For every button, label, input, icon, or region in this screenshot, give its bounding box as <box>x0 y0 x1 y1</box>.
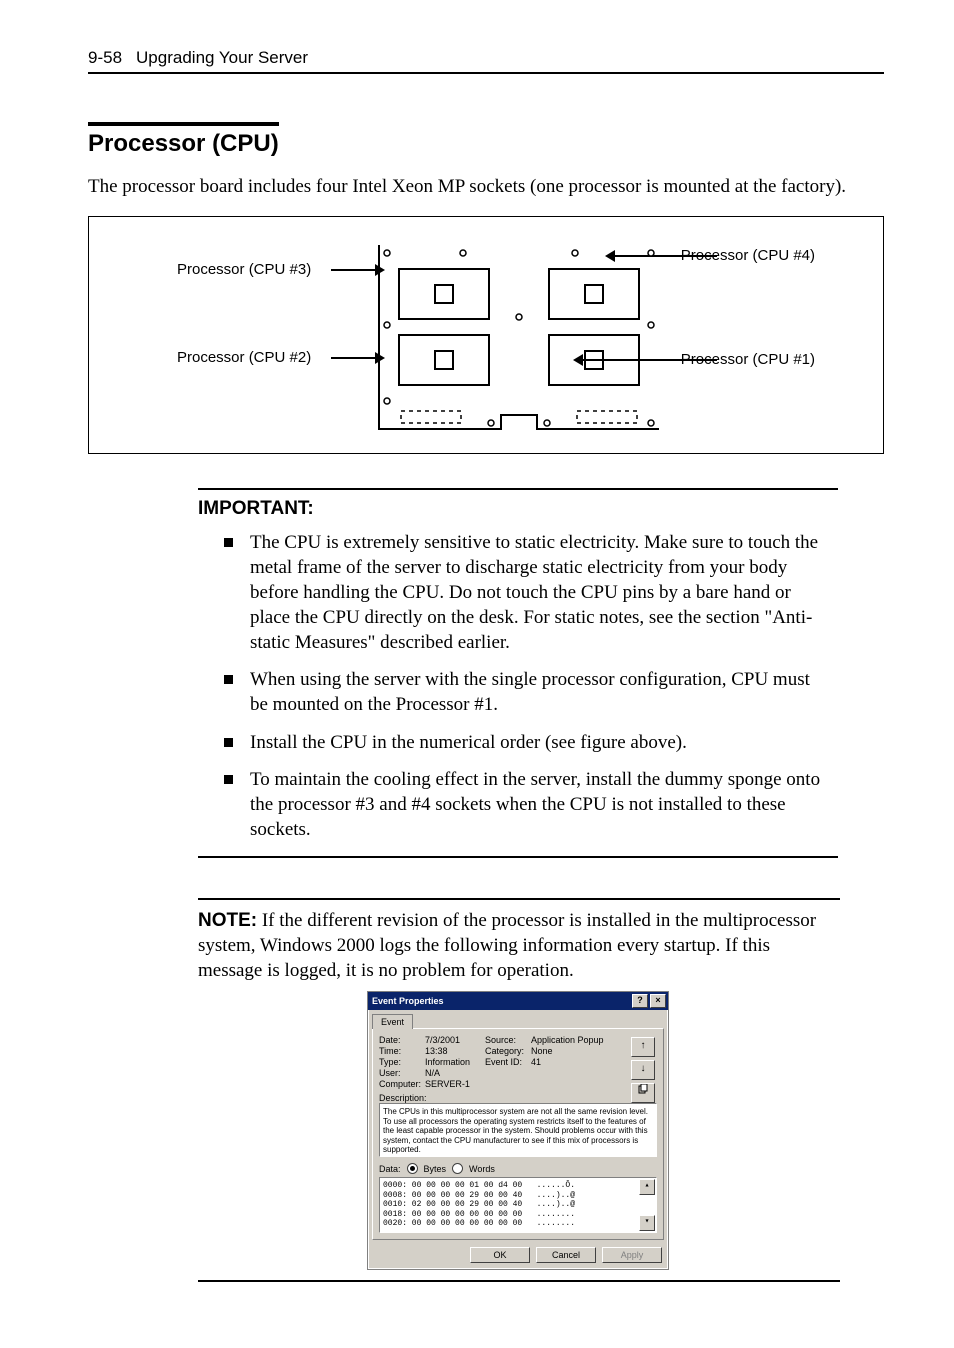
tab-event[interactable]: Event <box>372 1014 413 1029</box>
section-title: Processor (CPU) <box>88 122 279 158</box>
event-details-grid: Date: 7/3/2001 Source: Application Popup… <box>379 1035 657 1089</box>
label-description: Description: <box>379 1093 657 1103</box>
running-title: Upgrading Your Server <box>136 48 308 68</box>
important-item: Install the CPU in the numerical order (… <box>224 730 832 755</box>
radio-bytes[interactable] <box>407 1163 418 1174</box>
label-type: Type: <box>379 1057 421 1067</box>
prev-event-button[interactable]: ↑ <box>631 1037 655 1057</box>
label-user: User: <box>379 1068 421 1078</box>
radio-words[interactable] <box>452 1163 463 1174</box>
label-data: Data: <box>379 1164 401 1174</box>
description-box: The CPUs in this multiprocessor system a… <box>379 1103 657 1157</box>
note-label: NOTE: <box>198 910 257 931</box>
value-time: 13:38 <box>425 1046 481 1056</box>
ok-button[interactable]: OK <box>470 1247 530 1263</box>
value-type: Information <box>425 1057 481 1067</box>
note-block: NOTE: If the different revision of the p… <box>198 898 840 1282</box>
dialog-titlebar: Event Properties ? × <box>368 992 668 1010</box>
label-category: Category: <box>485 1046 527 1056</box>
copy-icon <box>637 1084 649 1096</box>
label-computer: Computer: <box>379 1079 421 1089</box>
copy-button[interactable] <box>631 1083 655 1103</box>
important-item: The CPU is extremely sensitive to static… <box>224 530 832 655</box>
label-date: Date: <box>379 1035 421 1045</box>
note-paragraph: NOTE: If the different revision of the p… <box>198 908 838 983</box>
label-cpu2: Processor (CPU #2) <box>177 349 311 366</box>
label-time: Time: <box>379 1046 421 1056</box>
important-item: To maintain the cooling effect in the se… <box>224 767 832 842</box>
processor-layout-figure: Processor (CPU #3) Processor (CPU #4) Pr… <box>88 216 884 454</box>
label-cpu3: Processor (CPU #3) <box>177 261 311 278</box>
scroll-down-button[interactable]: ▾ <box>639 1215 655 1231</box>
label-eventid: Event ID: <box>485 1057 527 1067</box>
note-text: If the different revision of the process… <box>198 910 816 981</box>
hexdump-text: 0000: 00 00 00 00 01 00 d4 00 ......Ô. 0… <box>383 1181 575 1228</box>
important-item: When using the server with the single pr… <box>224 667 832 717</box>
dialog-title: Event Properties <box>372 996 444 1006</box>
next-event-button[interactable]: ↓ <box>631 1060 655 1080</box>
event-properties-dialog: Event Properties ? × Event ↑ ↓ <box>367 991 669 1270</box>
cancel-button[interactable]: Cancel <box>536 1247 596 1263</box>
important-block: IMPORTANT: The CPU is extremely sensitiv… <box>198 488 838 858</box>
header-rule <box>88 72 884 74</box>
label-words: Words <box>469 1164 495 1174</box>
value-date: 7/3/2001 <box>425 1035 481 1045</box>
value-user: N/A <box>425 1068 481 1078</box>
important-heading: IMPORTANT: <box>198 498 838 520</box>
data-hexdump: 0000: 00 00 00 00 01 00 d4 00 ......Ô. 0… <box>379 1177 657 1233</box>
running-header: 9-58 Upgrading Your Server <box>88 48 884 68</box>
apply-button[interactable]: Apply <box>602 1247 662 1263</box>
help-button[interactable]: ? <box>632 994 648 1008</box>
value-computer: SERVER-1 <box>425 1079 481 1089</box>
intro-paragraph: The processor board includes four Intel … <box>88 176 884 198</box>
label-bytes: Bytes <box>424 1164 447 1174</box>
close-button[interactable]: × <box>650 994 666 1008</box>
label-source: Source: <box>485 1035 527 1045</box>
board-diagram-icon <box>369 239 669 439</box>
page-number: 9-58 <box>88 48 122 68</box>
scroll-up-button[interactable]: ▴ <box>639 1179 655 1195</box>
